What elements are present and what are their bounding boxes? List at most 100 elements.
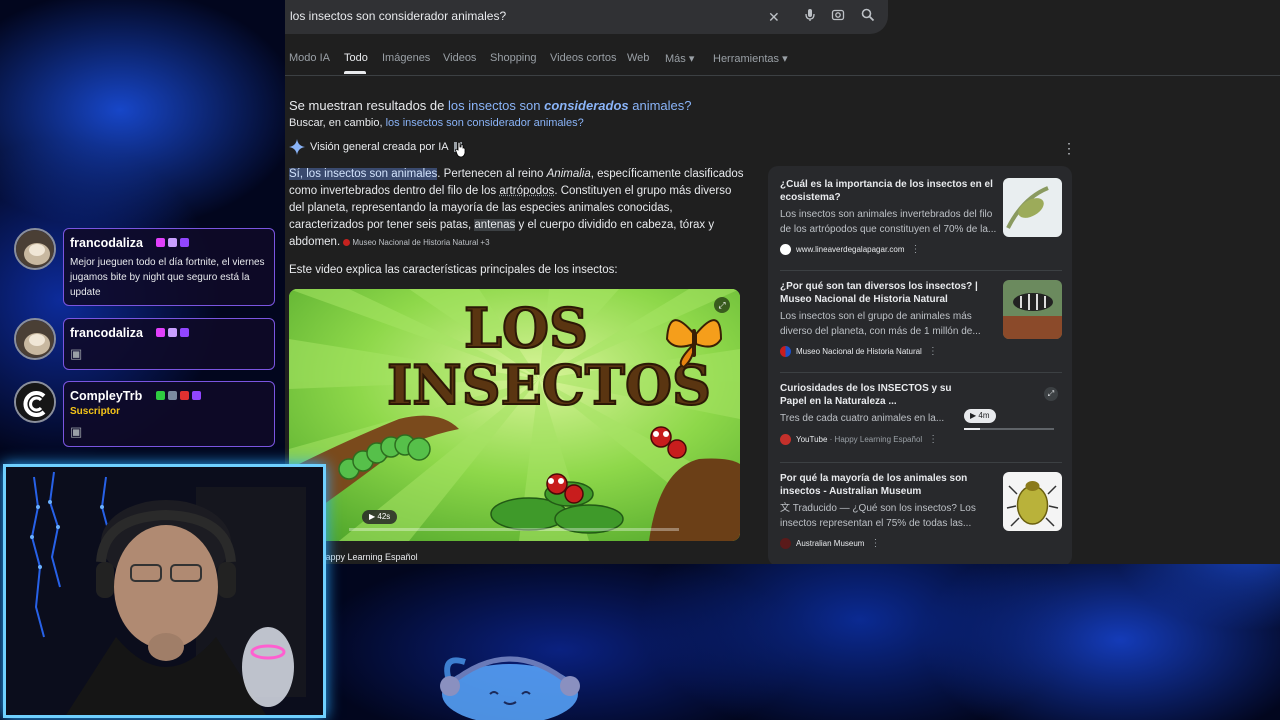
source-thumbnail[interactable] <box>1003 178 1062 237</box>
source-chip[interactable]: Museo Nacional de Historia Natural +3 <box>343 238 490 247</box>
chat-username[interactable]: francodaliza <box>70 326 143 340</box>
source-title[interactable]: Curiosidades de los INSECTOS y su Papel … <box>780 382 980 408</box>
more-options-icon[interactable]: ⋮ <box>928 434 938 445</box>
mic-icon[interactable] <box>804 8 816 26</box>
chat-message: CompleyTrb Suscriptor ▣ <box>14 381 276 447</box>
original-query-link[interactable]: los insectos son considerador animales? <box>386 117 584 129</box>
active-tab-indicator <box>344 71 366 74</box>
corrected-query-part: animales? <box>628 98 692 113</box>
search-input[interactable]: los insectos son considerador animales? <box>290 9 506 23</box>
subscriber-label: Suscriptor <box>70 406 121 417</box>
shield-badge-icon <box>168 328 177 338</box>
chat-bubble: francodaliza ▣ <box>63 318 275 370</box>
stream-mascot-logo <box>440 656 580 720</box>
spelling-correction: Se muestran resultados de los insectos s… <box>289 98 692 113</box>
divider <box>780 372 1062 373</box>
tab-todo[interactable]: Todo <box>344 52 368 64</box>
tab-web[interactable]: Web <box>627 52 649 64</box>
source-title[interactable]: Por qué la mayoría de los animales son i… <box>780 472 998 498</box>
source-site[interactable]: www.lineaverdegalapagar.com ⋮ <box>780 244 921 256</box>
source-chip-label: Museo Nacional de Historia Natural +3 <box>352 238 490 247</box>
source-thumbnail[interactable] <box>1003 280 1062 339</box>
corrected-query-part: los insectos son <box>447 98 545 113</box>
ai-text-italic: Animalia <box>546 168 591 180</box>
ai-overview-text: Sí, los insectos son animales. Pertenece… <box>289 166 744 251</box>
chat-text: Mejor jueguen todo el día fortnite, el v… <box>70 257 265 298</box>
source-site-label: Museo Nacional de Historia Natural <box>796 347 922 356</box>
tab-videos[interactable]: Videos <box>443 52 476 64</box>
museum-favicon-icon <box>780 346 791 358</box>
spelling-prefix: Se muestran resultados de <box>289 98 448 113</box>
more-options-icon[interactable]: ⋮ <box>1062 140 1076 157</box>
source-site-label: www.lineaverdegalapagar.com <box>796 245 905 254</box>
tabs-divider <box>285 75 1280 76</box>
source-site[interactable]: Museo Nacional de Historia Natural ⋮ <box>780 346 938 358</box>
video-title-line1: LOS <box>464 296 588 360</box>
video-player[interactable]: LOS INSECTOS ⤢ ▶ 42s <box>289 289 740 541</box>
video-thumbnail: LOS INSECTOS <box>289 289 740 541</box>
source-thumbnail[interactable] <box>1003 472 1062 531</box>
tab-mas[interactable]: Más ▾ <box>665 52 694 65</box>
source-site[interactable]: Australian Museum ⋮ <box>780 538 880 550</box>
search-bar[interactable]: los insectos son considerador animales? … <box>285 0 888 34</box>
video-caption: Este video explica las características p… <box>289 264 618 276</box>
expand-icon[interactable]: ⤢ <box>1044 387 1058 401</box>
search-instead: Buscar, en cambio, los insectos son cons… <box>289 117 584 129</box>
source-card[interactable]: ¿Por qué son tan diversos los insectos? … <box>780 280 1062 360</box>
source-snippet: Los insectos son animales invertebrados … <box>780 209 997 235</box>
source-channel: · Happy Learning Español <box>827 435 923 444</box>
chat-message: francodaliza ▣ <box>14 318 276 370</box>
more-options-icon[interactable]: ⋮ <box>911 244 921 255</box>
search-instead-prefix: Buscar, en cambio, <box>289 117 386 129</box>
streamer-webcam-image <box>6 467 323 715</box>
tab-herramientas[interactable]: Herramientas ▾ <box>713 52 788 65</box>
corrected-word: considerados <box>544 98 629 113</box>
source-card[interactable]: Curiosidades de los INSECTOS y su Papel … <box>780 382 1062 452</box>
sources-panel: ¿Cuál es la importancia de los insectos … <box>768 166 1072 564</box>
tab-shopping[interactable]: Shopping <box>490 52 537 64</box>
video-channel-name[interactable]: Happy Learning Español <box>319 552 418 562</box>
australian-museum-favicon-icon <box>780 538 791 550</box>
source-snippet: Tres de cada cuatro animales en la... <box>780 413 945 424</box>
chat-bubble: CompleyTrb Suscriptor ▣ <box>63 381 275 447</box>
artropodos-term[interactable]: artrópodos <box>499 185 554 197</box>
corrected-query-link[interactable]: los insectos son considerados animales? <box>448 98 692 113</box>
video-progress-track[interactable] <box>964 428 1054 430</box>
heart-badge-icon <box>156 238 165 248</box>
search-icon[interactable] <box>861 8 875 26</box>
ai-highlight: Sí, los insectos son animales <box>289 168 438 180</box>
chat-emote-icon: ▣ <box>70 424 83 439</box>
twitch-badge-icon <box>180 328 189 338</box>
tab-videos-cortos[interactable]: Videos cortos <box>550 52 616 64</box>
twitch-badge-icon <box>180 238 189 248</box>
shield-badge-icon <box>168 238 177 248</box>
browser-window: los insectos son considerador animales? … <box>285 0 1280 564</box>
close-icon[interactable]: ✕ <box>768 8 780 26</box>
tab-imagenes[interactable]: Imágenes <box>382 52 430 64</box>
chat-username[interactable]: francodaliza <box>70 236 143 250</box>
source-card[interactable]: ¿Cuál es la importancia de los insectos … <box>780 178 1062 258</box>
video-duration-badge: ▶ 42s <box>362 510 398 524</box>
video-progress-track[interactable] <box>349 528 679 531</box>
video-title-line2: INSECTOS <box>387 353 711 417</box>
source-site-label: YouTube <box>796 435 828 444</box>
expand-icon[interactable]: ⤢ <box>714 297 730 313</box>
video-duration-badge: ▶ 4m <box>964 409 996 423</box>
tab-modo-ia[interactable]: Modo IA <box>289 52 330 64</box>
source-site[interactable]: YouTube · Happy Learning Español ⋮ <box>780 434 938 446</box>
site-favicon-icon <box>780 244 791 256</box>
ai-overview-label: Visión general creada por IA <box>310 141 449 153</box>
antenas-term[interactable]: antenas <box>474 219 516 231</box>
source-card[interactable]: Por qué la mayoría de los animales son i… <box>780 472 1062 552</box>
more-options-icon[interactable]: ⋮ <box>928 346 938 357</box>
chat-badges <box>156 328 192 338</box>
avatar <box>14 228 56 270</box>
museum-favicon-icon <box>343 239 351 247</box>
source-title[interactable]: ¿Cuál es la importancia de los insectos … <box>780 178 998 204</box>
camera-lens-icon[interactable] <box>831 8 845 26</box>
more-options-icon[interactable]: ⋮ <box>870 538 880 549</box>
wings-badge-icon <box>168 391 177 401</box>
source-title[interactable]: ¿Por qué son tan diversos los insectos? … <box>780 280 998 306</box>
chat-username[interactable]: CompleyTrb <box>70 389 142 403</box>
avatar <box>14 381 56 423</box>
